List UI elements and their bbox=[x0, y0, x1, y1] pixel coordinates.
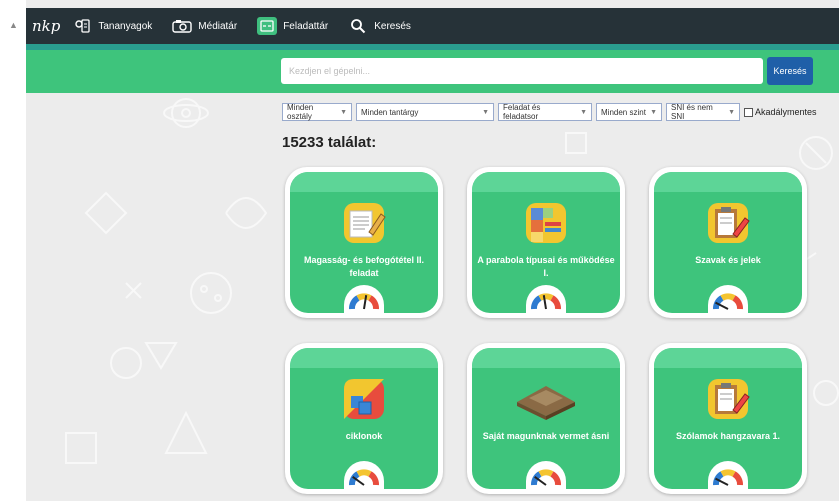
nav-label: Médiatár bbox=[198, 20, 238, 32]
select-value: Minden szint bbox=[601, 107, 646, 117]
nav-mediatar[interactable]: Médiatár bbox=[172, 17, 237, 35]
dropdown-arrow-icon: ▼ bbox=[728, 108, 735, 116]
nav-kereses[interactable]: Keresés bbox=[348, 17, 411, 35]
card-body: Magasság- és befogótétel II. feladat bbox=[290, 172, 438, 313]
difficulty-gauge bbox=[708, 285, 748, 313]
left-gutter: ▲ bbox=[0, 0, 26, 501]
dropdown-arrow-icon: ▼ bbox=[580, 108, 587, 116]
nav-feladattar[interactable]: Feladattár bbox=[257, 17, 328, 35]
card-header-band bbox=[654, 172, 802, 192]
difficulty-gauge bbox=[344, 285, 384, 313]
card-body: Szavak és jelek bbox=[654, 172, 802, 313]
task-icon bbox=[257, 17, 278, 35]
accessible-checkbox[interactable]: Akadálymentes bbox=[744, 107, 817, 117]
nav-label: Feladattár bbox=[283, 20, 329, 32]
subject-filter-select[interactable]: Minden tantárgy ▼ bbox=[356, 103, 494, 121]
difficulty-gauge bbox=[526, 285, 566, 313]
abc-blocks-icon bbox=[526, 203, 566, 243]
select-value: Minden osztály bbox=[287, 103, 314, 121]
card-title: ciklonok bbox=[345, 431, 383, 441]
filter-bar: Minden osztály ▼ Minden tantárgy ▼ Feladat… bbox=[282, 103, 817, 121]
difficulty-gauge bbox=[526, 461, 566, 489]
card-header-band bbox=[472, 348, 620, 368]
course-icon bbox=[72, 17, 92, 35]
card-title: A parabola típusai és működése I. bbox=[477, 255, 615, 278]
select-value: Feladat és feladatsor bbox=[503, 103, 541, 121]
top-navigation-bar: nkp Tananyagok Médiatár Feladattár Keres… bbox=[26, 8, 839, 50]
result-card[interactable]: Magasság- és befogótétel II. feladat bbox=[285, 167, 443, 318]
nkp-logo[interactable]: nkp bbox=[32, 17, 60, 35]
card-header-band bbox=[472, 172, 620, 192]
difficulty-gauge bbox=[708, 461, 748, 489]
card-body: Szólamok hangzavara 1. bbox=[654, 348, 802, 489]
clipboard-pencil-icon bbox=[708, 203, 750, 243]
document-pencil-icon bbox=[344, 203, 386, 243]
card-header-band bbox=[290, 172, 438, 192]
card-header-band bbox=[654, 348, 802, 368]
result-card[interactable]: ciklonok bbox=[285, 343, 443, 494]
result-card[interactable]: Szólamok hangzavara 1. bbox=[649, 343, 807, 494]
level-filter-select[interactable]: Minden szint ▼ bbox=[596, 103, 662, 121]
search-input[interactable] bbox=[281, 58, 763, 84]
hut-icon bbox=[517, 386, 575, 420]
nav-tananyagok[interactable]: Tananyagok bbox=[72, 17, 152, 35]
search-icon bbox=[348, 17, 368, 35]
nav-label: Tananyagok bbox=[98, 20, 153, 32]
card-title: Szavak és jelek bbox=[695, 255, 761, 265]
dropdown-arrow-icon: ▼ bbox=[340, 108, 347, 116]
shapes-icon bbox=[344, 379, 384, 419]
card-title: Saját magunknak vermet ásni bbox=[482, 431, 610, 441]
result-card[interactable]: A parabola típusai és működése I. bbox=[467, 167, 625, 318]
nav-label: Keresés bbox=[374, 20, 411, 32]
result-card[interactable]: Saját magunknak vermet ásni bbox=[467, 343, 625, 494]
collapse-caret-icon[interactable]: ▲ bbox=[9, 20, 18, 30]
checkbox-label: Akadálymentes bbox=[755, 107, 817, 117]
type-filter-select[interactable]: Feladat és feladatsor ▼ bbox=[498, 103, 592, 121]
card-title: Magasság- és befogótétel II. feladat bbox=[303, 255, 425, 278]
card-body: A parabola típusai és működése I. bbox=[472, 172, 620, 313]
clipboard-pencil-icon bbox=[708, 379, 750, 419]
difficulty-gauge bbox=[344, 461, 384, 489]
card-title: Szólamok hangzavara 1. bbox=[675, 431, 781, 441]
search-band: Keresés bbox=[26, 50, 839, 93]
dropdown-arrow-icon: ▼ bbox=[482, 108, 489, 116]
checkbox-box[interactable] bbox=[744, 107, 753, 117]
card-body: Saját magunknak vermet ásni bbox=[472, 348, 620, 489]
dropdown-arrow-icon: ▼ bbox=[650, 108, 657, 116]
result-card[interactable]: Szavak és jelek bbox=[649, 167, 807, 318]
select-value: Minden tantárgy bbox=[361, 107, 419, 117]
search-button[interactable]: Keresés bbox=[767, 57, 813, 85]
result-count: 15233 találat: bbox=[282, 134, 377, 151]
select-value: SNI és nem SNI bbox=[671, 103, 713, 121]
class-filter-select[interactable]: Minden osztály ▼ bbox=[282, 103, 352, 121]
card-body: ciklonok bbox=[290, 348, 438, 489]
card-header-band bbox=[290, 348, 438, 368]
sni-filter-select[interactable]: SNI és nem SNI ▼ bbox=[666, 103, 740, 121]
camera-icon bbox=[172, 17, 192, 35]
